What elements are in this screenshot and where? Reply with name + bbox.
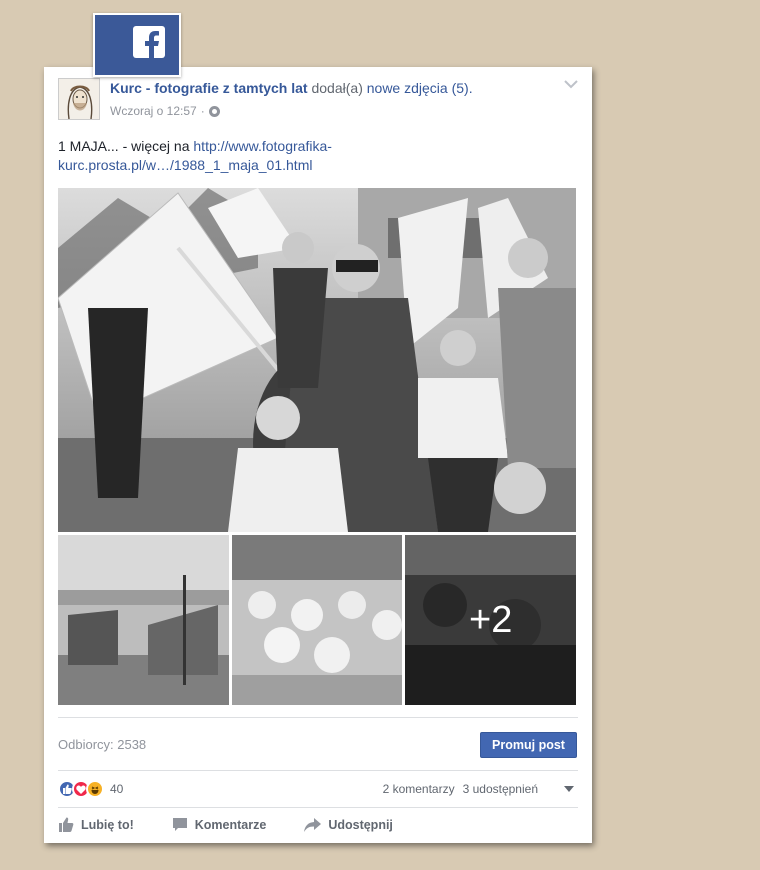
like-label: Lubię to! (81, 817, 134, 832)
post-header: Kurc - fotografie z tamtych lat dodał(a)… (110, 80, 473, 96)
comment-label: Komentarze (194, 817, 267, 832)
speech-bubble-icon (172, 818, 187, 831)
post-card: Kurc - fotografie z tamtych lat dodał(a)… (44, 67, 592, 843)
post-text: 1 MAJA... - więcej na http://www.fotogra… (58, 137, 558, 175)
main-photo[interactable] (58, 188, 576, 532)
caret-down-icon[interactable] (564, 786, 574, 792)
comments-count-link[interactable]: 2 komentarzy (383, 782, 455, 796)
chevron-down-icon[interactable] (564, 79, 578, 89)
page-name-link[interactable]: Kurc - fotografie z tamtych lat (110, 80, 308, 96)
divider (58, 770, 578, 771)
thumbs-up-icon (59, 817, 74, 832)
reach-stat: Odbiorcy: 2538 (58, 737, 147, 752)
haha-reaction-icon (86, 780, 104, 798)
shares-count-link[interactable]: 3 udostępnień (463, 782, 538, 796)
facebook-logo-badge (93, 13, 181, 77)
avatar[interactable] (58, 78, 100, 120)
engagement-stats: 2 komentarzy 3 udostępnień (383, 782, 574, 796)
promote-post-button[interactable]: Promuj post (480, 732, 577, 758)
action-prefix: dodał(a) (311, 80, 363, 96)
photo-thumbnail[interactable] (58, 535, 229, 705)
post-meta: Wczoraj o 12:57 · (110, 104, 220, 118)
timestamp-link[interactable]: Wczoraj o 12:57 (110, 104, 197, 118)
photo-thumbnails: +2 (58, 535, 577, 705)
share-arrow-icon (304, 817, 322, 832)
divider (58, 717, 578, 718)
photo-thumbnail[interactable] (231, 535, 403, 705)
meta-separator: · (200, 104, 205, 118)
divider (58, 807, 578, 808)
facebook-logo-icon (133, 26, 165, 58)
share-label: Udostępnij (328, 817, 393, 832)
new-photos-link[interactable]: nowe zdjęcia (5). (367, 80, 473, 96)
reactions-count: 40 (110, 782, 124, 796)
share-button[interactable]: Udostępnij (304, 817, 393, 832)
globe-icon[interactable] (208, 105, 220, 117)
more-photos-count: +2 (405, 535, 577, 705)
like-button[interactable]: Lubię to! (58, 817, 134, 832)
photo-thumbnail-more[interactable]: +2 (405, 535, 577, 705)
post-body-text: 1 MAJA... - więcej na (58, 138, 194, 154)
comment-button[interactable]: Komentarze (172, 817, 267, 832)
post-actions: Lubię to! Komentarze Udostępnij (58, 817, 393, 832)
reactions-summary[interactable]: 40 (58, 780, 123, 798)
